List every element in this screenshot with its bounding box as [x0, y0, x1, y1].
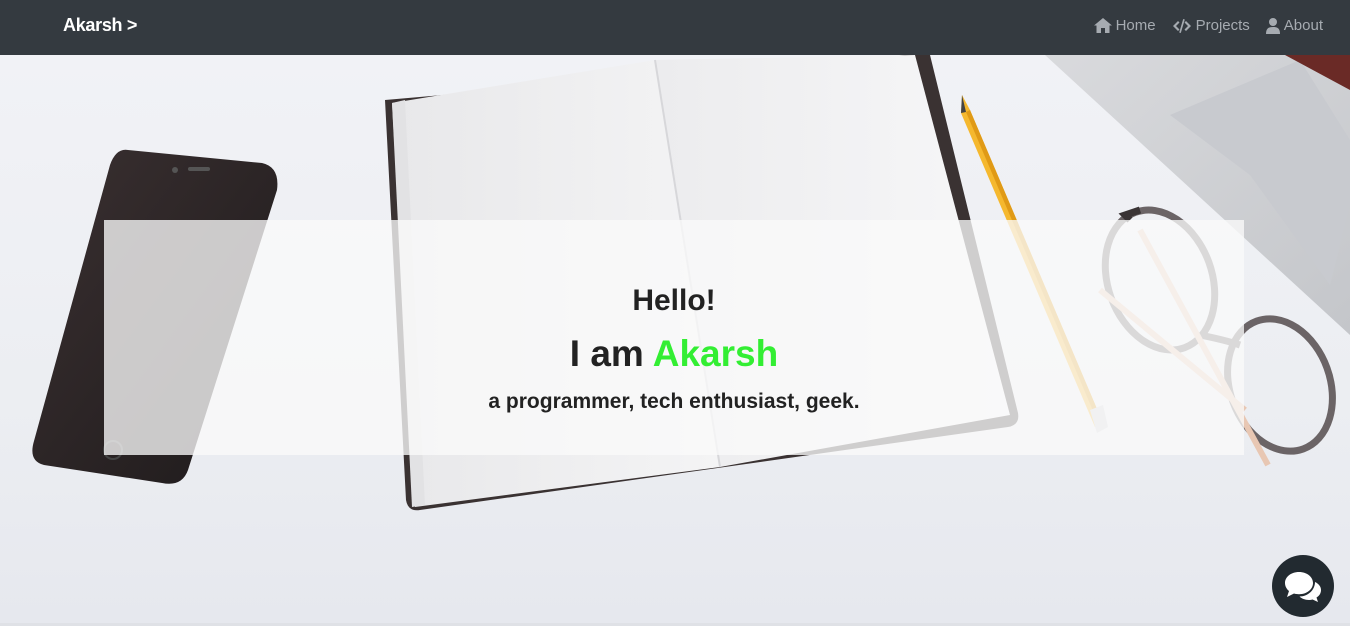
hero-panel: Hello! I am Akarsh a programmer, tech en… [104, 220, 1244, 455]
hero-tagline: a programmer, tech enthusiast, geek. [488, 390, 860, 413]
chat-button[interactable] [1272, 555, 1334, 617]
navbar: Akarsh > Home Projects About [0, 0, 1350, 55]
chat-bubbles-icon [1285, 572, 1321, 602]
hero-name: Akarsh [652, 333, 779, 374]
nav-about[interactable]: About [1265, 17, 1323, 34]
nav-projects[interactable]: Projects [1172, 17, 1250, 34]
hero-greeting: Hello! [632, 284, 716, 317]
nav-home[interactable]: Home [1093, 17, 1156, 34]
nav-links: Home Projects About [1093, 17, 1323, 34]
user-icon [1265, 17, 1280, 34]
hero-intro-prefix: I am [569, 333, 653, 374]
home-icon [1093, 18, 1112, 33]
brand-logo[interactable]: Akarsh > [63, 15, 137, 36]
nav-about-label: About [1283, 17, 1323, 34]
nav-projects-label: Projects [1195, 17, 1250, 34]
hero-intro: I am Akarsh [104, 333, 1244, 375]
code-icon [1172, 18, 1191, 33]
nav-home-label: Home [1115, 17, 1156, 34]
